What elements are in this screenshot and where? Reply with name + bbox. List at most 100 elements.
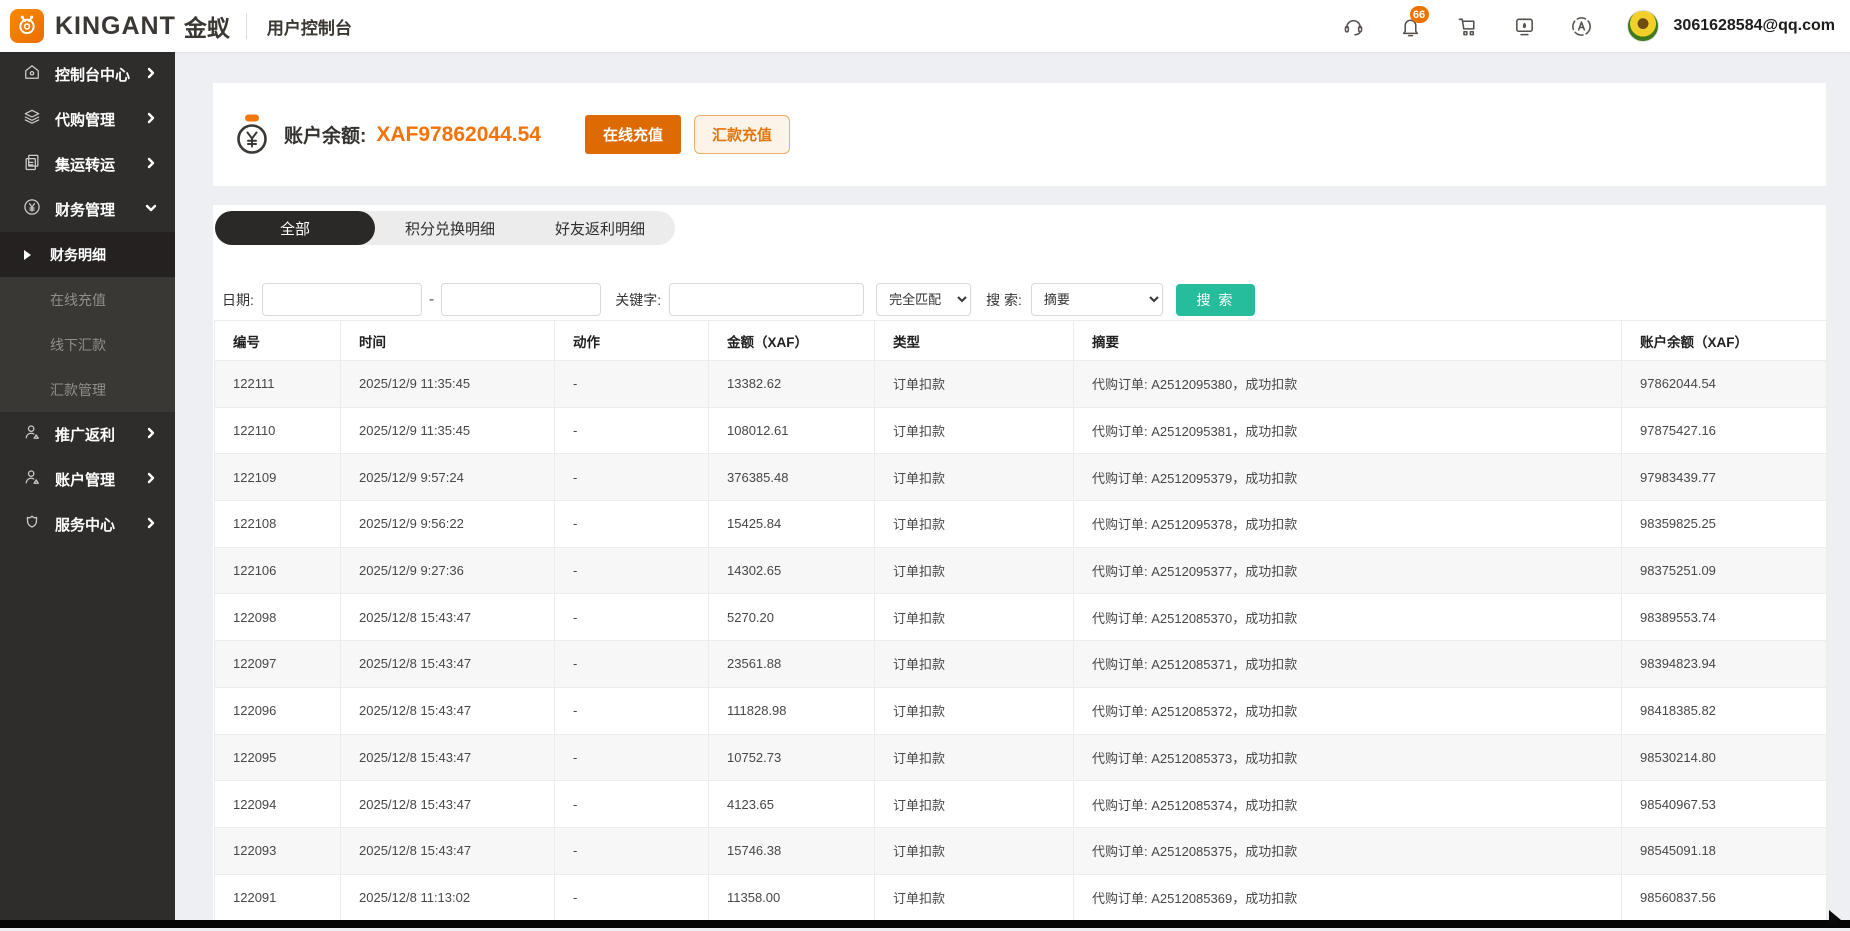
table-cell: 代购订单: A2512095381，成功扣款 [1074,407,1622,454]
table-cell: - [555,547,709,594]
transfer-icon [22,152,42,177]
table-row: 1220982025/12/8 15:43:47-5270.20订单扣款代购订单… [215,594,1827,641]
date-start-input[interactable] [262,283,422,316]
top-header: KINGANT 金蚁 用户控制台 66 [0,0,1850,52]
table-cell: 订单扣款 [875,734,1074,781]
table-cell: 23561.88 [709,641,875,688]
sidebar-item-label: 账户管理 [55,469,115,490]
submenu-item-offline-remittance[interactable]: 线下汇款 [0,322,175,367]
table-cell: - [555,361,709,408]
table-cell: - [555,781,709,828]
tab-friend-rebate[interactable]: 好友返利明细 [525,211,675,245]
table-cell: 98545091.18 [1622,827,1827,874]
table-cell: 10752.73 [709,734,875,781]
column-header-time: 时间 [341,321,555,361]
layers-icon [22,107,42,132]
table-cell: - [555,641,709,688]
table-cell: 97875427.16 [1622,407,1827,454]
monitor-icon[interactable] [1513,14,1537,38]
tab-points-exchange[interactable]: 积分兑换明细 [375,211,525,245]
search-button[interactable]: 搜 索 [1176,284,1255,316]
search-field-select[interactable]: 摘要 [1031,283,1163,316]
keyword-input[interactable] [669,283,864,316]
online-recharge-button[interactable]: 在线充值 [585,115,681,154]
sidebar-item-account-management[interactable]: 账户管理 [0,457,175,502]
table-cell: 订单扣款 [875,827,1074,874]
remit-recharge-button[interactable]: 汇款充值 [694,115,790,154]
sidebar-item-service-center[interactable]: 服务中心 [0,502,175,547]
column-header-type: 类型 [875,321,1074,361]
table-cell: 2025/12/8 15:43:47 [341,641,555,688]
table-cell: 代购订单: A2512085372，成功扣款 [1074,687,1622,734]
bottom-bar [0,920,1850,928]
table-row: 1221082025/12/9 9:56:22-15425.84订单扣款代购订单… [215,501,1827,548]
submenu-item-label: 在线充值 [50,290,106,310]
brand-name-cn: 金蚁 [184,9,230,43]
table-cell: 15746.38 [709,827,875,874]
table-cell: 2025/12/8 15:43:47 [341,594,555,641]
table-cell: 订单扣款 [875,501,1074,548]
chevron-right-icon [145,471,157,489]
user-avatar[interactable] [1627,10,1659,42]
language-icon[interactable] [1570,14,1594,38]
sidebar-item-label: 代购管理 [55,109,115,130]
transactions-table: 编号 时间 动作 金额（XAF） 类型 摘要 账户余额（XAF） 1221112… [214,320,1827,921]
table-cell: 11358.00 [709,874,875,921]
sidebar-item-console-center[interactable]: 控制台中心 [0,52,175,97]
table-cell: 122094 [215,781,341,828]
table-cell: 98375251.09 [1622,547,1827,594]
search-label: 搜 索: [986,290,1022,310]
table-cell: 代购订单: A2512085370，成功扣款 [1074,594,1622,641]
date-end-input[interactable] [441,283,601,316]
sidebar-item-purchasing[interactable]: 代购管理 [0,97,175,142]
table-cell: 代购订单: A2512085373，成功扣款 [1074,734,1622,781]
submenu-item-label: 线下汇款 [50,335,106,355]
sidebar-item-referral-rebate[interactable]: 推广返利 [0,412,175,457]
cart-icon[interactable] [1456,14,1480,38]
table-cell: 代购订单: A2512095377，成功扣款 [1074,547,1622,594]
match-mode-select[interactable]: 完全匹配 [876,283,971,316]
table-cell: - [555,734,709,781]
column-header-id: 编号 [215,321,341,361]
table-cell: 订单扣款 [875,641,1074,688]
table-cell: 2025/12/9 11:35:45 [341,361,555,408]
column-header-amount: 金额（XAF） [709,321,875,361]
table-cell: - [555,827,709,874]
table-row: 1221062025/12/9 9:27:36-14302.65订单扣款代购订单… [215,547,1827,594]
table-cell: 98359825.25 [1622,501,1827,548]
submenu-item-online-recharge[interactable]: 在线充值 [0,277,175,322]
submenu-item-finance-details[interactable]: 财务明细 [0,232,175,277]
table-cell: 订单扣款 [875,361,1074,408]
sidebar-item-label: 财务管理 [55,199,115,220]
table-row: 1220912025/12/8 11:13:02-11358.00订单扣款代购订… [215,874,1827,921]
transactions-card: 全部 积分兑换明细 好友返利明细 日期: - 关键字: 完全匹配 搜 索: 摘要… [213,205,1826,928]
table-cell: 15425.84 [709,501,875,548]
column-header-action: 动作 [555,321,709,361]
sidebar-item-finance[interactable]: 财务管理 [0,187,175,232]
headset-icon[interactable] [1342,14,1366,38]
table-cell: 代购订单: A2512085374，成功扣款 [1074,781,1622,828]
tab-all[interactable]: 全部 [215,211,375,245]
table-cell: 122097 [215,641,341,688]
table-cell: 98394823.94 [1622,641,1827,688]
table-cell: 122093 [215,827,341,874]
table-row: 1220972025/12/8 15:43:47-23561.88订单扣款代购订… [215,641,1827,688]
table-cell: - [555,687,709,734]
referral-icon [22,422,42,447]
header-actions: 66 3061628584@qq.com [1342,10,1850,42]
balance-card: 账户余额: XAF97862044.54 在线充值 汇款充值 [213,83,1826,186]
brand-name-en: KINGANT [55,12,176,41]
sidebar-item-consolidation[interactable]: 集运转运 [0,142,175,187]
table-cell: 代购订单: A2512085375，成功扣款 [1074,827,1622,874]
chevron-right-icon [145,66,157,84]
user-email[interactable]: 3061628584@qq.com [1674,17,1835,35]
table-row: 1220962025/12/8 15:43:47-111828.98订单扣款代购… [215,687,1827,734]
balance-value: XAF97862044.54 [376,123,541,147]
submenu-item-remittance-management[interactable]: 汇款管理 [0,367,175,412]
table-cell: 订单扣款 [875,594,1074,641]
table-cell: 14302.65 [709,547,875,594]
brand-logo[interactable] [10,9,44,43]
table-cell: 2025/12/9 9:57:24 [341,454,555,501]
table-cell: 代购订单: A2512095379，成功扣款 [1074,454,1622,501]
bell-icon[interactable]: 66 [1399,14,1423,38]
